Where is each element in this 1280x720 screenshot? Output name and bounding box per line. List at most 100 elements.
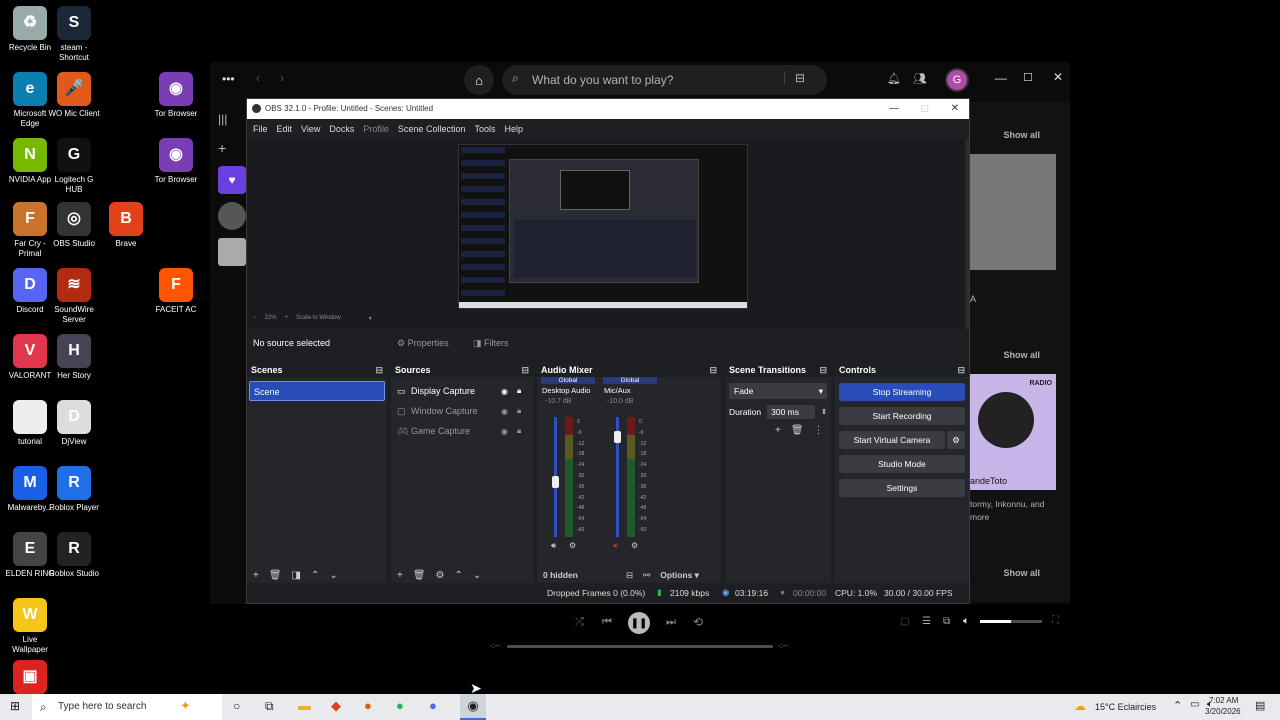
menu-item-file[interactable]: File: [253, 124, 268, 134]
close-icon[interactable]: ✕: [1053, 70, 1063, 84]
add-scene-icon[interactable]: +: [253, 570, 259, 581]
duration-input[interactable]: 300 ms: [767, 405, 816, 419]
move-down-icon[interactable]: ⌄: [329, 570, 337, 581]
add-source-icon[interactable]: +: [397, 570, 403, 581]
channel-name[interactable]: Desktop Audio: [537, 386, 599, 395]
lock-icon[interactable]: 🔒︎: [517, 406, 531, 416]
lock-icon[interactable]: 🔒︎: [517, 426, 531, 436]
move-up-icon[interactable]: ⌃: [455, 570, 463, 581]
spotify-search[interactable]: ⌕ What do you want to play? ⊟: [502, 65, 827, 95]
progress-bar[interactable]: [507, 645, 773, 648]
fullscreen-icon[interactable]: ⛶: [1052, 615, 1059, 626]
home-button[interactable]: ⌂: [464, 65, 494, 95]
clock-time[interactable]: 7:02 AM: [1209, 696, 1238, 705]
taskbar-search[interactable]: ⌕ Type here to search ✦: [32, 694, 222, 720]
menu-item-profile[interactable]: Profile: [363, 124, 389, 134]
clock-date[interactable]: 3/20/2026: [1205, 707, 1241, 716]
forward-icon[interactable]: ›: [280, 71, 284, 85]
visibility-eye-icon[interactable]: ◉: [501, 387, 517, 396]
desktop-icon[interactable]: H Her Story: [48, 334, 100, 381]
show-all-link[interactable]: Show all: [1003, 130, 1040, 140]
obs-maximize-icon[interactable]: ☐: [921, 99, 929, 119]
obs-taskbar-icon[interactable]: ◉: [460, 694, 486, 720]
browse-icon[interactable]: ⊟: [784, 71, 805, 85]
dock-menu-icon[interactable]: ⊟: [957, 363, 965, 377]
menu-item-tools[interactable]: Tools: [474, 124, 495, 134]
back-icon[interactable]: ‹: [256, 71, 260, 85]
cortana-icon[interactable]: ○: [233, 699, 240, 713]
dock-menu-icon[interactable]: ⊟: [819, 363, 827, 377]
desktop-icon[interactable]: 🎤 WO Mic Client: [48, 72, 100, 119]
obs-close-icon[interactable]: ✕: [951, 99, 959, 119]
move-up-icon[interactable]: ⌃: [311, 570, 319, 581]
desktop-icon[interactable]: W Live Wallpaper: [4, 598, 56, 655]
weather-text[interactable]: 15°C Eclaircies: [1095, 702, 1156, 712]
virtual-camera-settings-button[interactable]: ⚙: [947, 431, 965, 449]
mixer-options-button[interactable]: Options ▾: [660, 570, 699, 581]
avatar[interactable]: G: [945, 68, 969, 92]
fader-knob[interactable]: [552, 476, 559, 489]
zoom-in-icon[interactable]: +: [285, 315, 289, 322]
studio-mode-button[interactable]: Studio Mode: [839, 455, 965, 473]
minimize-icon[interactable]: —: [995, 71, 1007, 85]
playlist-thumb[interactable]: [218, 238, 246, 266]
menu-item-help[interactable]: Help: [504, 124, 523, 134]
settings-button[interactable]: Settings: [839, 479, 965, 497]
source-item[interactable]: ▭ Display Capture ◉ 🔒︎: [393, 381, 531, 401]
desktop-icon[interactable]: ◉ Tor Browser: [150, 72, 202, 119]
move-down-icon[interactable]: ⌄: [473, 570, 481, 581]
lock-icon[interactable]: 🔒︎: [517, 386, 531, 396]
queue-icon[interactable]: ☰: [922, 616, 931, 627]
scale-mode[interactable]: Scale to Window: [296, 315, 341, 322]
mute-speaker-icon[interactable]: 🔊︎: [551, 541, 556, 551]
mixer-link-icon[interactable]: ⚯: [643, 570, 650, 581]
album-cover[interactable]: [970, 154, 1056, 270]
now-playing-view-icon[interactable]: ▢: [900, 616, 909, 627]
volume-icon[interactable]: 🔈︎: [963, 615, 970, 628]
start-recording-button[interactable]: Start Recording: [839, 407, 965, 425]
desktop-icon[interactable]: G Logitech G HUB: [48, 138, 100, 195]
desktop-icon[interactable]: ◎ OBS Studio: [48, 202, 100, 249]
stop-streaming-button[interactable]: Stop Streaming: [839, 383, 965, 401]
filters-button[interactable]: ◨ Filters: [473, 338, 509, 349]
dock-menu-icon[interactable]: ⊟: [375, 363, 383, 377]
start-virtual-camera-button[interactable]: Start Virtual Camera: [839, 431, 945, 449]
repeat-icon[interactable]: ⟲: [693, 615, 703, 629]
desktop-icon[interactable]: B Brave: [100, 202, 152, 249]
mixer-layout-icon[interactable]: ⊟: [626, 570, 633, 581]
visibility-eye-icon[interactable]: ◉: [501, 407, 517, 416]
file-explorer-icon[interactable]: ▬: [298, 698, 311, 713]
visibility-eye-icon[interactable]: ◉: [501, 427, 517, 436]
desktop-icon[interactable]: R Roblox Player: [48, 466, 100, 513]
dock-menu-icon[interactable]: ⊟: [521, 363, 529, 377]
menu-item-scene-collection[interactable]: Scene Collection: [398, 124, 466, 134]
desktop-icon[interactable]: ◉ Tor Browser: [150, 138, 202, 185]
bell-icon[interactable]: 🔔︎: [887, 72, 901, 85]
mute-speaker-icon[interactable]: 🔊︎: [613, 541, 618, 551]
notifications-icon[interactable]: ▤: [1255, 699, 1265, 712]
channel-settings-icon[interactable]: ⚙: [631, 541, 638, 550]
playlist-thumb[interactable]: [218, 202, 246, 230]
remove-transition-icon[interactable]: 🗑︎: [791, 425, 804, 436]
play-pause-button[interactable]: ❚❚: [628, 612, 650, 634]
desktop-icon[interactable]: F FACEIT AC: [150, 268, 202, 315]
source-item[interactable]: 🎮︎ Game Capture ◉ 🔒︎: [393, 421, 531, 441]
scale-dropdown-icon[interactable]: ▾: [369, 315, 372, 322]
desktop-icon[interactable]: Ssteam - Shortcut: [48, 6, 100, 63]
obs-minimize-icon[interactable]: —: [889, 99, 899, 119]
transition-select[interactable]: Fade ▾: [729, 383, 827, 399]
menu-item-view[interactable]: View: [301, 124, 320, 134]
volume-slider[interactable]: [980, 620, 1042, 623]
menu-item-edit[interactable]: Edit: [277, 124, 293, 134]
scene-filters-icon[interactable]: ◨: [292, 570, 301, 581]
previous-icon[interactable]: ⏮︎: [602, 616, 612, 629]
menu-item-docks[interactable]: Docks: [329, 124, 354, 134]
shuffle-icon[interactable]: ⤮: [575, 616, 584, 629]
duration-stepper-icon[interactable]: ⇕: [821, 408, 827, 416]
desktop-icon[interactable]: D DjView: [48, 400, 100, 447]
discord-icon[interactable]: ●: [429, 698, 437, 713]
transition-menu-icon[interactable]: ⋮: [814, 425, 824, 436]
liked-songs-icon[interactable]: ♥: [218, 166, 246, 194]
spotify-icon[interactable]: ●: [396, 698, 404, 713]
volume-fader[interactable]: [552, 417, 559, 537]
